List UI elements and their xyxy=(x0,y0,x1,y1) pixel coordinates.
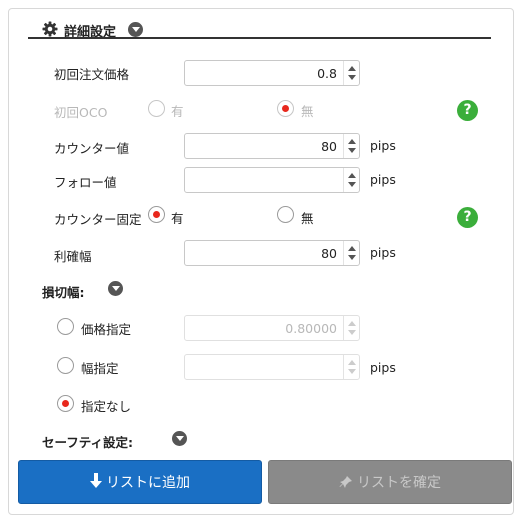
profit-width-value: 80 xyxy=(321,246,337,261)
counter-value: 80 xyxy=(321,139,337,154)
help-icon[interactable]: ? xyxy=(457,100,478,121)
stop-loss-width-radio[interactable] xyxy=(57,357,74,374)
spin-down-icon[interactable] xyxy=(348,75,356,80)
stop-loss-none-label: 指定なし xyxy=(81,399,132,414)
stop-loss-price-value: 0.80000 xyxy=(285,321,337,336)
gear-icon xyxy=(42,21,58,37)
profit-width-unit: pips xyxy=(370,245,396,260)
spin-up-icon[interactable] xyxy=(348,66,356,71)
spin-up-icon[interactable] xyxy=(348,360,356,365)
spin-down-icon[interactable] xyxy=(348,182,356,187)
stop-loss-none-radio[interactable] xyxy=(57,395,74,412)
stop-loss-width-stepper[interactable] xyxy=(184,354,360,380)
follow-unit: pips xyxy=(370,172,396,187)
arrow-down-icon xyxy=(90,473,102,489)
help-icon[interactable]: ? xyxy=(457,207,478,228)
safety-title: セーフティ設定: xyxy=(42,435,133,450)
stop-loss-price-stepper[interactable]: 0.80000 xyxy=(184,315,360,341)
initial-oco-yes-label: 有 xyxy=(171,104,184,119)
counter-fixed-yes-label: 有 xyxy=(171,211,184,226)
initial-price-stepper[interactable]: 0.8 xyxy=(184,60,360,86)
counter-fixed-no-radio[interactable] xyxy=(277,206,294,223)
stop-loss-width-label: 幅指定 xyxy=(81,361,119,376)
add-to-list-button[interactable]: リストに追加 xyxy=(18,460,262,504)
stop-loss-price-label: 価格指定 xyxy=(81,322,132,337)
spin-up-icon[interactable] xyxy=(348,139,356,144)
initial-price-label: 初回注文価格 xyxy=(54,67,130,82)
spin-down-icon[interactable] xyxy=(348,255,356,260)
spin-down-icon[interactable] xyxy=(348,330,356,335)
initial-oco-yes-radio[interactable] xyxy=(148,100,165,117)
initial-oco-no-label: 無 xyxy=(301,104,314,119)
stop-loss-width-unit: pips xyxy=(370,360,396,375)
spin-up-icon[interactable] xyxy=(348,246,356,251)
follow-stepper[interactable] xyxy=(184,167,360,193)
confirm-list-label: リストを確定 xyxy=(357,475,441,491)
counter-fixed-yes-radio[interactable] xyxy=(148,206,165,223)
confirm-list-button[interactable]: リストを確定 xyxy=(268,460,512,504)
add-to-list-label: リストに追加 xyxy=(106,475,190,491)
pin-icon xyxy=(339,476,352,488)
header-divider xyxy=(28,37,491,39)
spin-down-icon[interactable] xyxy=(348,148,356,153)
spin-up-icon[interactable] xyxy=(348,173,356,178)
spin-down-icon[interactable] xyxy=(348,369,356,374)
stop-loss-title: 損切幅: xyxy=(42,285,85,300)
stop-loss-price-radio[interactable] xyxy=(57,318,74,335)
profit-width-stepper[interactable]: 80 xyxy=(184,240,360,266)
initial-oco-no-radio[interactable] xyxy=(277,100,294,117)
profit-width-label: 利確幅 xyxy=(54,249,92,264)
counter-fixed-label: カウンター固定 xyxy=(54,212,142,227)
counter-fixed-no-label: 無 xyxy=(301,211,314,226)
header-toggle-icon[interactable] xyxy=(128,22,143,37)
counter-stepper[interactable]: 80 xyxy=(184,133,360,159)
follow-label: フォロー値 xyxy=(54,175,117,190)
counter-unit: pips xyxy=(370,138,396,153)
initial-oco-label: 初回OCO xyxy=(54,105,108,120)
initial-price-value: 0.8 xyxy=(317,66,337,81)
counter-label: カウンター値 xyxy=(54,141,130,156)
spin-up-icon[interactable] xyxy=(348,321,356,326)
